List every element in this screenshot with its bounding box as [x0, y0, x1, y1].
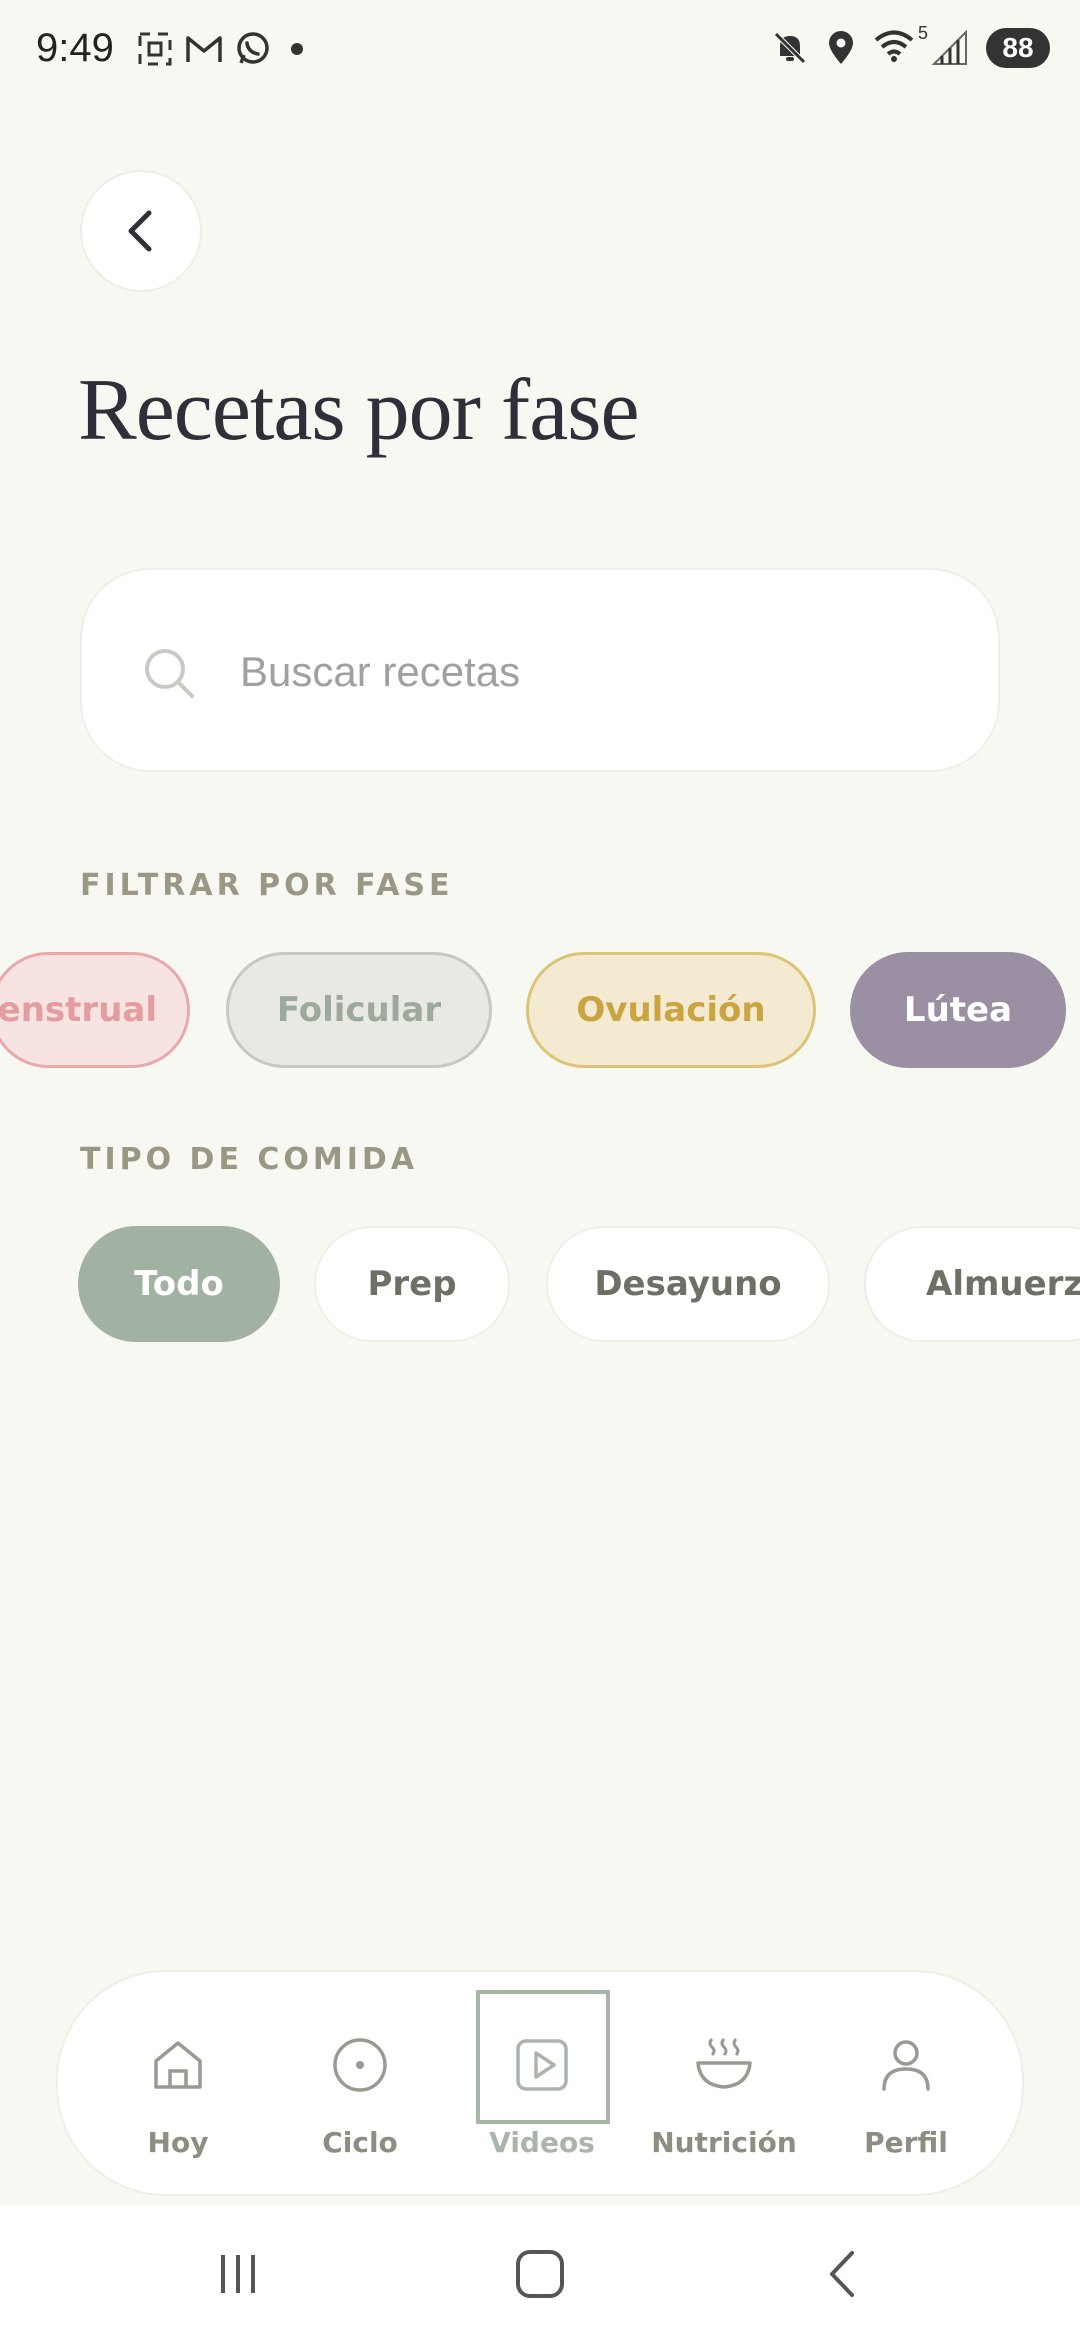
back-chevron-icon — [830, 2251, 854, 2297]
chevron-left-icon — [128, 210, 152, 252]
meal-chip-label: Todo — [134, 1264, 224, 1304]
phase-chip-menstrual[interactable]: enstrual — [0, 952, 190, 1068]
meal-chip-label: Prep — [367, 1264, 457, 1304]
meal-chip-desayuno[interactable]: Desayuno — [546, 1226, 830, 1342]
phase-chip-lutea[interactable]: Lútea — [850, 952, 1066, 1068]
home-button[interactable] — [500, 2242, 580, 2306]
recent-apps-button[interactable] — [198, 2242, 278, 2306]
phase-chip-label: Folicular — [276, 990, 442, 1030]
system-nav-bar — [0, 2206, 1080, 2340]
wifi-label: 5 — [917, 23, 928, 43]
meal-type-label: TIPO DE COMIDA — [80, 1142, 419, 1177]
phase-chip-row: enstrual Folicular Ovulación Lútea — [0, 952, 1080, 1068]
nav-label: Nutrición — [651, 2126, 797, 2159]
wifi-icon — [874, 30, 914, 62]
status-bar: 9:49 5 88 — [0, 0, 1080, 100]
system-back-button[interactable] — [802, 2242, 882, 2306]
home-square-icon — [516, 2250, 564, 2298]
bowl-icon — [696, 2037, 752, 2089]
nav-label: Perfil — [864, 2126, 948, 2159]
phase-chip-folicular[interactable]: Folicular — [226, 952, 492, 1068]
play-icon — [516, 2039, 568, 2091]
meal-chip-todo[interactable]: Todo — [78, 1226, 280, 1342]
nav-item-hoy[interactable]: Hoy — [98, 1972, 258, 2198]
nav-item-videos[interactable]: Videos — [462, 1972, 622, 2198]
gmail-icon — [186, 36, 222, 62]
phase-chip-ovulacion[interactable]: Ovulación — [526, 952, 816, 1068]
search-box[interactable] — [80, 568, 1000, 772]
back-button[interactable] — [80, 170, 202, 292]
nav-label: Videos — [489, 2126, 595, 2159]
battery-indicator: 88 — [986, 28, 1050, 68]
nav-item-ciclo[interactable]: Ciclo — [280, 1972, 440, 2198]
home-icon — [154, 2041, 202, 2089]
nav-label: Hoy — [147, 2126, 209, 2159]
location-icon — [829, 31, 853, 64]
phase-chip-label: Ovulación — [576, 990, 766, 1030]
status-notification-icons — [136, 30, 312, 68]
nav-item-nutricion[interactable]: Nutrición — [644, 1972, 804, 2198]
meal-chip-almuerzo[interactable]: Almuerzo — [864, 1226, 1080, 1342]
screenshot-icon — [138, 32, 172, 66]
meal-chip-row: Todo Prep Desayuno Almuerzo — [0, 1226, 1080, 1342]
bottom-nav: Hoy Ciclo Videos Nutrición Perfil — [56, 1970, 1024, 2196]
status-time: 9:49 — [36, 26, 114, 70]
page-title: Recetas por fase — [78, 362, 640, 459]
phase-filter-label: FILTRAR POR FASE — [80, 868, 454, 903]
nav-item-perfil[interactable]: Perfil — [826, 1972, 986, 2198]
search-input[interactable] — [240, 630, 940, 714]
search-icon — [145, 649, 194, 698]
mute-icon — [774, 32, 806, 64]
phase-chip-label: enstrual — [0, 990, 157, 1030]
phase-chip-label: Lútea — [903, 990, 1013, 1030]
meal-chip-label: Desayuno — [594, 1264, 782, 1304]
cell-signal-icon — [932, 30, 967, 65]
meal-chip-label: Almuerzo — [926, 1264, 1080, 1304]
nav-label: Ciclo — [322, 2126, 398, 2159]
cycle-icon — [333, 2038, 387, 2092]
recent-apps-icon — [221, 2255, 255, 2293]
status-system-icons: 5 88 — [772, 23, 1050, 68]
meal-chip-prep[interactable]: Prep — [314, 1226, 510, 1342]
whatsapp-icon — [237, 32, 269, 64]
wifi-indicator: 5 — [874, 23, 928, 67]
person-icon — [882, 2040, 930, 2091]
dot-icon — [291, 43, 303, 55]
screen: 9:49 5 88 Recetas por fase Buscar receta… — [0, 0, 1080, 2340]
